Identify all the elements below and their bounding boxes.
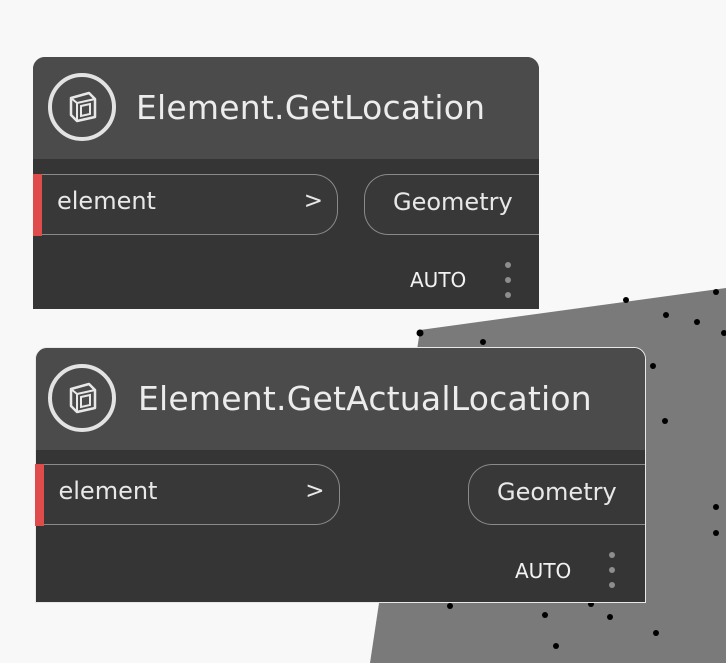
input-port-label: element [58, 477, 158, 505]
element-icon-glyph [69, 382, 97, 414]
more-options-icon[interactable] [503, 262, 513, 298]
node-header[interactable]: Element.GetActualLocation [36, 348, 645, 450]
port-connection-indicator [34, 463, 44, 526]
revit-element-icon [48, 364, 116, 432]
lacing-indicator: AUTO [515, 559, 572, 583]
output-port-geometry[interactable]: Geometry [468, 464, 645, 525]
node-header[interactable]: Element.GetLocation [33, 57, 539, 159]
node-title: Element.GetLocation [136, 88, 486, 127]
output-port-label: Geometry [497, 478, 617, 506]
node-element-getactuallocation[interactable]: Element.GetActualLocation element > Geom… [34, 347, 646, 603]
element-icon-glyph [69, 91, 97, 123]
input-port-element[interactable]: element > [33, 173, 338, 236]
lacing-indicator: AUTO [410, 268, 467, 292]
chevron-right-icon: > [303, 188, 323, 214]
input-port-element[interactable]: element > [34, 463, 340, 526]
node-title: Element.GetActualLocation [138, 379, 592, 418]
input-port-label: element [57, 187, 156, 215]
more-options-icon[interactable] [607, 552, 617, 588]
revit-element-icon [48, 73, 116, 141]
output-port-label: Geometry [393, 188, 513, 216]
output-port-geometry[interactable]: Geometry [364, 174, 539, 235]
node-element-getlocation[interactable]: Element.GetLocation element > Geometry A… [33, 57, 539, 309]
chevron-right-icon: > [305, 478, 325, 504]
port-connection-indicator [33, 173, 42, 236]
